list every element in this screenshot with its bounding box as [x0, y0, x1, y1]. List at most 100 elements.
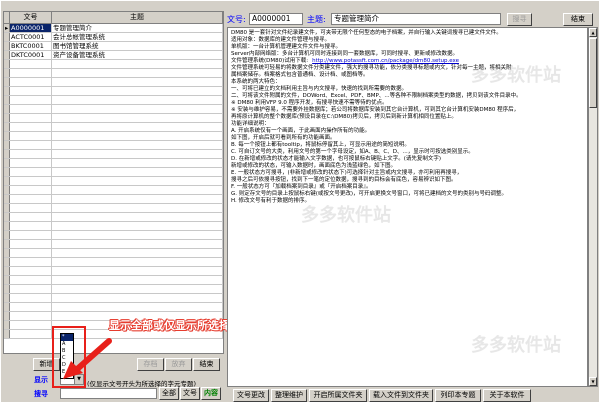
search-header-button[interactable]: 搜寻 — [507, 13, 532, 26]
document-line: H. 修改文号有利于数据的排序。 — [231, 198, 311, 204]
col-header-code[interactable]: 文号 — [10, 12, 52, 23]
table-row[interactable] — [4, 285, 223, 294]
table-row[interactable] — [4, 132, 223, 141]
table-row[interactable] — [4, 168, 223, 177]
table-row[interactable] — [4, 87, 223, 96]
document-line: 一、可将已建立的文档利用主旨与内文搜寻，快速的找到所需要的数据。 — [231, 86, 408, 92]
row-title — [52, 78, 223, 86]
download-link[interactable]: http://www.potassft.com.cn/package/dm80.… — [312, 58, 459, 65]
scroll-up-icon[interactable]: ▲ — [589, 28, 597, 37]
table-row[interactable] — [4, 123, 223, 132]
grid-body: ▸ A0000001 专题管理简介 ACTC0001 会计总帐管理系统 BKTC0001 图… — [4, 24, 223, 339]
row-title — [52, 213, 223, 221]
row-code — [10, 330, 52, 338]
row-title — [52, 294, 223, 302]
end-left-button[interactable]: 结束 — [193, 358, 220, 371]
table-row[interactable]: DKTC0001 资产设备管理系统 — [4, 51, 223, 60]
document-line: 搜寻之后可依搜寻按钮，找到下一笔的定位数据，搜寻到的目标会有底色，容易辨识如下图… — [231, 177, 457, 183]
col-header-title[interactable]: 主题 — [52, 12, 223, 23]
table-row[interactable] — [4, 303, 223, 312]
change-code-button[interactable]: 文号更改 — [233, 389, 269, 402]
load-file-button[interactable]: 载入文件到文件夹 — [369, 389, 433, 402]
row-code — [10, 267, 52, 275]
table-row[interactable] — [4, 60, 223, 69]
print-topic-button[interactable]: 列印本专题 — [435, 389, 481, 402]
search-input[interactable] — [60, 388, 157, 399]
code-field[interactable]: A0000001 — [249, 13, 303, 25]
scroll-thumb[interactable] — [589, 38, 597, 108]
table-row[interactable] — [4, 177, 223, 186]
row-code — [10, 150, 52, 158]
row-title — [52, 177, 223, 185]
document-line: B. 每一个按钮上都有tooltip，将鼠标停留其上，可显示用途的简短说明。 — [231, 142, 410, 148]
table-row[interactable] — [4, 294, 223, 303]
row-code — [10, 60, 52, 68]
row-title — [52, 123, 223, 131]
row-title — [52, 168, 223, 176]
table-row[interactable] — [4, 267, 223, 276]
row-title — [52, 231, 223, 239]
row-title — [52, 276, 223, 284]
document-line: 单机版：一台计算机管理建文件文件与搜寻。 — [231, 44, 342, 50]
topic-list-grid[interactable]: 文号 主题 ▸ A0000001 专题管理简介 ACTC0001 会计总帐管理系统 BKT… — [3, 11, 224, 354]
table-row[interactable] — [4, 69, 223, 78]
table-row[interactable] — [4, 258, 223, 267]
search-all-button[interactable]: 全部 — [159, 387, 179, 400]
display-label: 显示 — [34, 376, 48, 384]
row-code — [10, 294, 52, 302]
table-row[interactable] — [4, 204, 223, 213]
row-title — [52, 105, 223, 113]
row-code — [10, 186, 52, 194]
table-row[interactable] — [4, 96, 223, 105]
table-row[interactable] — [4, 213, 223, 222]
save-button[interactable]: 存档 — [137, 358, 164, 371]
vertical-scrollbar[interactable]: ▲ ▼ — [588, 27, 598, 387]
row-title — [52, 132, 223, 140]
end-button[interactable]: 结束 — [563, 13, 593, 26]
about-button[interactable]: 关于本软件 — [483, 389, 531, 402]
table-row[interactable] — [4, 159, 223, 168]
maintenance-button[interactable]: 整理维护 — [271, 389, 307, 402]
row-code — [10, 168, 52, 176]
row-code — [10, 231, 52, 239]
row-title — [52, 303, 223, 311]
table-row[interactable]: BKTC0001 图书馆管理系统 — [4, 42, 223, 51]
document-line: 二、可将该文件附属的文件，DOWord、Excel、PDF、BMP、...等各种… — [231, 93, 522, 99]
search-content-button[interactable]: 内容 — [201, 387, 221, 400]
table-row[interactable] — [4, 195, 223, 204]
document-content[interactable]: DM80 是一套针对文件纪录建文件，可夹带无限个任何型态的电子档案，并自行输入关… — [227, 27, 588, 387]
table-row[interactable] — [4, 186, 223, 195]
row-code — [10, 114, 52, 122]
search-code-button[interactable]: 文号 — [180, 387, 200, 400]
row-code — [10, 195, 52, 203]
table-row[interactable] — [4, 141, 223, 150]
table-row[interactable]: ▸ A0000001 专题管理简介 — [4, 24, 223, 33]
code-label: 文号: — [227, 15, 246, 24]
table-row[interactable] — [4, 276, 223, 285]
table-row[interactable]: ACTC0001 会计总帐管理系统 — [4, 33, 223, 42]
scroll-down-icon[interactable]: ▼ — [589, 377, 597, 386]
table-row[interactable] — [4, 249, 223, 258]
row-title — [52, 222, 223, 230]
row-code — [10, 303, 52, 311]
row-title: 图书馆管理系统 — [52, 42, 223, 50]
table-row[interactable] — [4, 222, 223, 231]
table-row[interactable] — [4, 150, 223, 159]
row-title — [52, 285, 223, 293]
app-window: 文号 主题 ▸ A0000001 专题管理简介 ACTC0001 会计总帐管理系统 BKT… — [0, 0, 600, 403]
theme-label: 主题: — [307, 15, 326, 24]
table-row[interactable] — [4, 231, 223, 240]
row-code — [10, 96, 52, 104]
table-row[interactable] — [4, 114, 223, 123]
table-row[interactable] — [4, 78, 223, 87]
theme-field[interactable]: 专题管理简介 — [331, 13, 501, 25]
row-code — [10, 222, 52, 230]
table-row[interactable] — [4, 105, 223, 114]
row-code — [10, 78, 52, 86]
row-code — [10, 105, 52, 113]
open-folder-button[interactable]: 开启所属文件夹 — [309, 389, 367, 402]
row-title — [52, 60, 223, 68]
table-row[interactable] — [4, 240, 223, 249]
abandon-button[interactable]: 放弃 — [165, 358, 192, 371]
document-line: DM80 是一套针对文件纪录建文件，可夹带无限个任何型态的电子档案，并自行输入关… — [231, 30, 502, 36]
